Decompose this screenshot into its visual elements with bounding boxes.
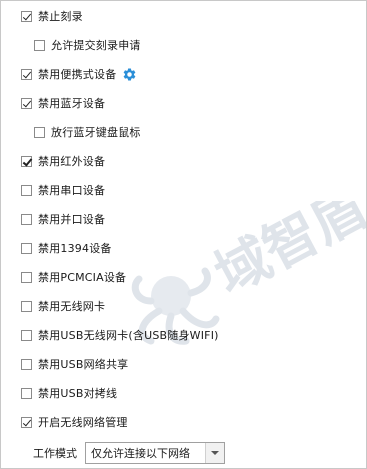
option-disable-bluetooth[interactable]: 禁用蓝牙设备 xyxy=(21,94,105,112)
checkbox-allow-bluetooth-kbm[interactable] xyxy=(34,126,45,138)
checkbox-disable-usb-tethering[interactable] xyxy=(21,358,32,370)
option-disable-portable-devices[interactable]: 禁用便携式设备 xyxy=(21,65,137,83)
checkbox-allow-burn-request[interactable] xyxy=(34,39,45,51)
chevron-down-icon xyxy=(211,451,219,455)
checkbox-enable-wireless-management[interactable] xyxy=(21,416,32,428)
watermark-text: 域智盾 xyxy=(205,201,367,307)
option-disable-infrared[interactable]: 禁用红外设备 xyxy=(21,152,105,170)
option-disable-pcmcia[interactable]: 禁用PCMCIA设备 xyxy=(21,268,126,286)
option-label: 禁用无线网卡 xyxy=(38,300,106,313)
checkbox-disable-burning[interactable] xyxy=(21,10,32,22)
checkbox-disable-usb-transfer-cable[interactable] xyxy=(21,387,32,399)
option-label: 禁用PCMCIA设备 xyxy=(38,271,127,284)
option-label: 禁止刻录 xyxy=(38,10,83,23)
option-disable-usb-transfer-cable[interactable]: 禁用USB对拷线 xyxy=(21,384,117,402)
option-label: 禁用蓝牙设备 xyxy=(38,97,106,110)
option-label: 禁用串口设备 xyxy=(38,184,106,197)
option-label: 禁用USB无线网卡(含USB随身WIFI) xyxy=(38,329,219,342)
option-label: 禁用并口设备 xyxy=(38,213,106,226)
option-label: 禁用USB网络共享 xyxy=(38,358,129,371)
option-allow-burn-request[interactable]: 允许提交刻录申请 xyxy=(34,36,141,54)
option-disable-usb-wireless-nic[interactable]: 禁用USB无线网卡(含USB随身WIFI) xyxy=(21,326,219,344)
option-disable-burning[interactable]: 禁止刻录 xyxy=(21,7,83,25)
option-disable-wireless-nic[interactable]: 禁用无线网卡 xyxy=(21,297,105,315)
checkbox-disable-pcmcia[interactable] xyxy=(21,271,32,283)
settings-panel: 域智盾 禁止刻录 允许提交刻录申请 禁用便携式设备 禁用蓝牙设备 放行蓝牙键盘鼠… xyxy=(0,0,367,469)
option-disable-parallel[interactable]: 禁用并口设备 xyxy=(21,210,105,228)
gear-icon[interactable] xyxy=(122,67,137,82)
option-label: 放行蓝牙键盘鼠标 xyxy=(51,126,141,139)
checkbox-disable-portable-devices[interactable] xyxy=(21,68,32,80)
checkbox-disable-1394[interactable] xyxy=(21,242,32,254)
checkbox-disable-parallel[interactable] xyxy=(21,213,32,225)
option-disable-serial[interactable]: 禁用串口设备 xyxy=(21,181,105,199)
option-disable-usb-tethering[interactable]: 禁用USB网络共享 xyxy=(21,355,128,373)
work-mode-select[interactable]: 仅允许连接以下网络 xyxy=(85,442,225,464)
option-enable-wireless-management[interactable]: 开启无线网络管理 xyxy=(21,413,128,431)
option-allow-bluetooth-kbm[interactable]: 放行蓝牙键盘鼠标 xyxy=(34,123,141,141)
checkbox-disable-serial[interactable] xyxy=(21,184,32,196)
checkbox-disable-wireless-nic[interactable] xyxy=(21,300,32,312)
work-mode-selected-value: 仅允许连接以下网络 xyxy=(91,447,190,460)
option-label: 禁用红外设备 xyxy=(38,155,106,168)
option-label: 禁用便携式设备 xyxy=(38,68,117,81)
checkbox-disable-usb-wireless-nic[interactable] xyxy=(21,329,32,341)
option-label: 禁用USB对拷线 xyxy=(38,387,118,400)
option-label: 禁用1394设备 xyxy=(38,242,112,255)
option-label: 开启无线网络管理 xyxy=(38,416,128,429)
dropdown-button[interactable] xyxy=(205,443,224,463)
checkbox-disable-infrared[interactable] xyxy=(21,155,32,167)
option-disable-1394[interactable]: 禁用1394设备 xyxy=(21,239,112,257)
option-label: 允许提交刻录申请 xyxy=(51,39,141,52)
work-mode-label: 工作模式 xyxy=(33,447,77,460)
checkbox-disable-bluetooth[interactable] xyxy=(21,97,32,109)
